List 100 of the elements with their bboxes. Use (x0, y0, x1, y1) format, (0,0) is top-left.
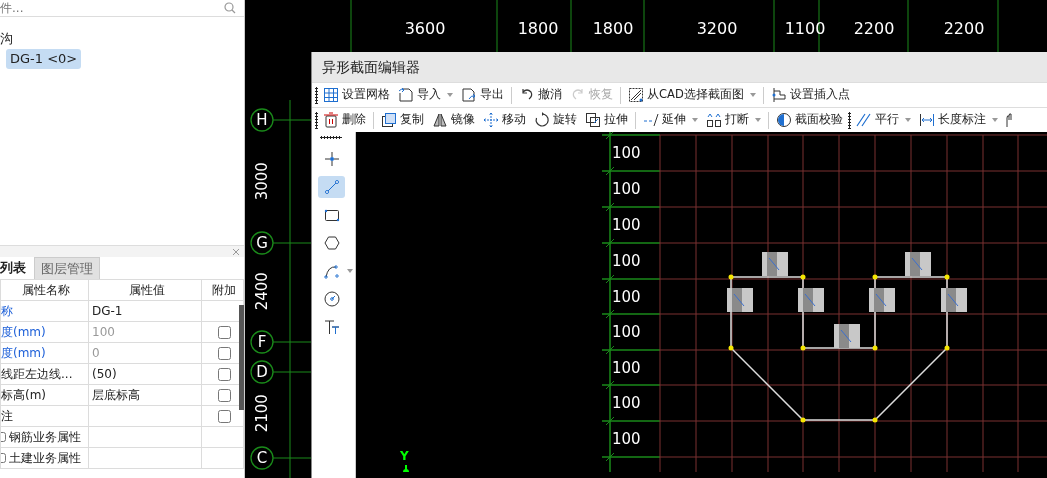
toolbar-button[interactable]: 打断 (703, 108, 764, 132)
tree-node[interactable]: 沟 (0, 31, 13, 46)
grid-label: 100 (612, 394, 641, 412)
window-title: 异形截面编辑器 (312, 52, 1047, 82)
toolbar-button[interactable]: 镜像 (429, 108, 478, 132)
grid-icon (323, 87, 339, 103)
hexagon-icon (323, 235, 340, 251)
dimension-label: 2200 (852, 18, 896, 40)
toolbar-button[interactable]: 平行 (853, 108, 914, 132)
caret-icon (755, 118, 761, 122)
rectangle-icon (323, 207, 340, 223)
property-value[interactable]: DG-1 (88, 300, 202, 322)
toolbar-button[interactable]: 延伸 (640, 108, 701, 132)
rebar-marker[interactable] (762, 252, 788, 276)
expander-icon[interactable] (1, 431, 6, 443)
checkbox[interactable] (217, 368, 231, 381)
expander-icon[interactable] (1, 452, 6, 464)
export-icon (461, 87, 477, 103)
circle-icon (323, 291, 340, 307)
section-outline[interactable] (728, 274, 950, 423)
mirror-icon (432, 112, 448, 128)
property-name: 标高(m) (0, 384, 89, 406)
point-icon (323, 151, 340, 167)
toolbar-button[interactable]: 拉伸 (582, 108, 631, 132)
dimension-icon (919, 112, 935, 128)
property-name: 注 (0, 405, 89, 427)
copy-icon (381, 112, 397, 128)
rotate-icon (534, 112, 550, 128)
parallel-lines-icon (856, 112, 872, 128)
toolbar-button[interactable]: 导出 (458, 83, 507, 107)
grid-label: 100 (612, 323, 641, 341)
panel-tab[interactable]: 图层管理 (34, 257, 100, 279)
dimension-label: 3200 (695, 18, 739, 40)
rebar-marker[interactable] (798, 288, 824, 312)
search-icon[interactable] (224, 2, 236, 14)
caret-icon (905, 118, 911, 122)
dimension-label: 1800 (591, 18, 635, 40)
dimension-label: 3000 (251, 161, 272, 203)
property-name: 度(mm) (0, 321, 89, 343)
stretch-icon (585, 112, 601, 128)
rebar-marker[interactable] (905, 252, 931, 276)
property-value[interactable]: 层底标高 (88, 384, 202, 406)
toolbar-button[interactable]: 设置网格 (320, 83, 393, 107)
checkbox[interactable] (217, 389, 231, 402)
toolbar-button[interactable]: 撤消 (516, 83, 565, 107)
extend-icon (643, 112, 659, 128)
rebar-marker[interactable] (941, 288, 967, 312)
y-axis-arrow (403, 464, 409, 472)
move-icon (483, 112, 499, 128)
arc-icon (323, 263, 340, 279)
tree-item[interactable]: DG-1 <0> (6, 49, 82, 69)
caret-icon (447, 93, 453, 97)
grid-label: 100 (612, 216, 641, 234)
grid-label: 100 (612, 430, 641, 448)
property-value[interactable]: (50) (88, 363, 202, 385)
dimension-label: 2200 (942, 18, 986, 40)
line-icon (323, 179, 340, 195)
caret-icon (692, 118, 698, 122)
half-circle-icon (776, 112, 792, 128)
grid-label: 100 (612, 359, 641, 377)
toolbar-button[interactable]: 复制 (378, 108, 427, 132)
toolbar-button[interactable]: 长度标注 (916, 108, 1001, 132)
toolbar-button[interactable]: 截面校验 (773, 108, 846, 132)
property-name: 称 (0, 300, 89, 322)
grid-label: 100 (612, 144, 641, 162)
checkbox[interactable] (217, 410, 231, 423)
property-name: 线距左边线... (0, 363, 89, 385)
rebar-marker[interactable] (834, 324, 860, 348)
toolbar-button[interactable]: 导入 (395, 83, 456, 107)
caret-icon (992, 118, 998, 122)
dimension-label: 3600 (403, 18, 447, 40)
caret-icon (749, 93, 756, 97)
trash-icon (323, 112, 339, 128)
toolbar-button[interactable]: 从CAD选择截面图 (625, 83, 759, 107)
dimension-label: 2100 (251, 393, 272, 435)
grid-label: 100 (612, 288, 641, 306)
dashed-square-icon (628, 87, 644, 103)
scrollbar-thumb[interactable] (239, 305, 244, 410)
column-header: 附加 (201, 279, 244, 301)
toolbar-button[interactable]: 移动 (480, 108, 529, 132)
toolbar-button[interactable]: 设置插入点 (767, 83, 853, 107)
close-icon[interactable] (232, 247, 240, 256)
text-icon (323, 319, 340, 335)
hand-icon[interactable] (1003, 112, 1015, 128)
insert-point-icon (770, 87, 787, 103)
dimension-label: 1800 (516, 18, 560, 40)
toolbar-button[interactable]: 旋转 (531, 108, 580, 132)
grid-label: 100 (612, 252, 641, 270)
toolbar-button[interactable]: 删除 (320, 108, 369, 132)
column-header: 属性值 (88, 279, 202, 301)
dropdown-caret-icon[interactable] (347, 269, 353, 273)
dimension-label: 2400 (251, 271, 272, 313)
grid-label: 100 (612, 180, 641, 198)
rebar-marker[interactable] (869, 288, 895, 312)
import-icon (398, 87, 414, 103)
property-name: 度(mm) (0, 342, 89, 364)
rebar-marker[interactable] (727, 288, 753, 312)
search-field[interactable]: 件... (0, 0, 200, 16)
column-header: 属性名称 (0, 279, 89, 301)
break-icon (706, 112, 722, 128)
